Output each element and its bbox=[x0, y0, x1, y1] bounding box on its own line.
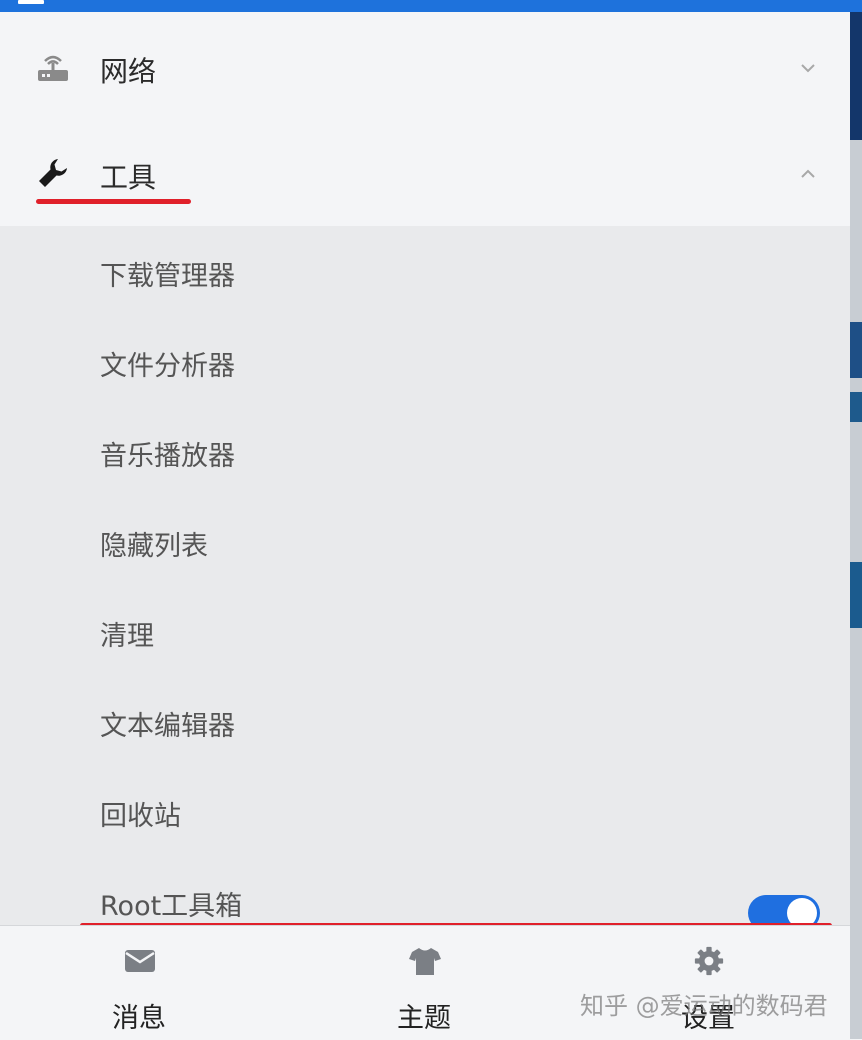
tools-submenu: 下载管理器 文件分析器 音乐播放器 隐藏列表 清理 文本编辑器 回收站 Root… bbox=[0, 226, 850, 931]
tshirt-icon bbox=[409, 948, 441, 975]
tab-messages[interactable]: 消息 bbox=[79, 926, 199, 1040]
submenu-item-text-editor[interactable]: 文本编辑器 bbox=[0, 676, 850, 766]
envelope-icon bbox=[125, 950, 155, 972]
submenu-item-recycle-bin[interactable]: 回收站 bbox=[0, 766, 850, 856]
tab-label: 主题 bbox=[397, 1003, 451, 1034]
drawer-section-network[interactable]: 网络 bbox=[0, 12, 850, 116]
submenu-item-hidden-list[interactable]: 隐藏列表 bbox=[0, 496, 850, 586]
bottom-navigation: 消息 主题 设置 bbox=[0, 925, 850, 1040]
drawer-section-tools[interactable]: 工具 bbox=[0, 116, 850, 226]
tab-label: 消息 bbox=[112, 1003, 166, 1034]
submenu-item-file-analyzer[interactable]: 文件分析器 bbox=[0, 316, 850, 406]
submenu-item-cleaner[interactable]: 清理 bbox=[0, 586, 850, 676]
drawer-section-label: 工具 bbox=[100, 161, 157, 194]
tab-theme[interactable]: 主题 bbox=[364, 926, 484, 1040]
router-icon bbox=[38, 55, 68, 81]
submenu-item-music-player[interactable]: 音乐播放器 bbox=[0, 406, 850, 496]
submenu-item-label: 音乐播放器 bbox=[100, 441, 235, 472]
watermark-text: 知乎 @爱运动的数码君 bbox=[580, 992, 828, 1020]
gear-icon bbox=[694, 946, 724, 976]
menu-icon[interactable] bbox=[18, 0, 44, 4]
background-content-edge bbox=[850, 12, 862, 1039]
submenu-item-label: 回收站 bbox=[100, 801, 181, 832]
chevron-up-icon[interactable] bbox=[796, 162, 820, 186]
submenu-item-label: 隐藏列表 bbox=[100, 531, 208, 562]
tab-settings[interactable]: 设置 bbox=[648, 926, 768, 1040]
chevron-down-icon[interactable] bbox=[796, 56, 820, 80]
drawer-section-label: 网络 bbox=[100, 55, 157, 88]
submenu-item-label: 清理 bbox=[100, 621, 154, 652]
wrench-icon bbox=[39, 159, 67, 187]
top-app-bar bbox=[0, 0, 862, 12]
navigation-drawer: 网络 工具 下载管理器 文件分析器 音乐播放器 隐藏列表 清理 文本编辑器 回收… bbox=[0, 12, 850, 1039]
submenu-item-label: 文件分析器 bbox=[100, 351, 235, 382]
submenu-item-label: 下载管理器 bbox=[100, 261, 235, 292]
highlight-underline bbox=[36, 199, 191, 204]
submenu-item-label: Root工具箱 bbox=[100, 891, 243, 922]
submenu-item-download-manager[interactable]: 下载管理器 bbox=[0, 226, 850, 316]
submenu-item-label: 文本编辑器 bbox=[100, 711, 235, 742]
